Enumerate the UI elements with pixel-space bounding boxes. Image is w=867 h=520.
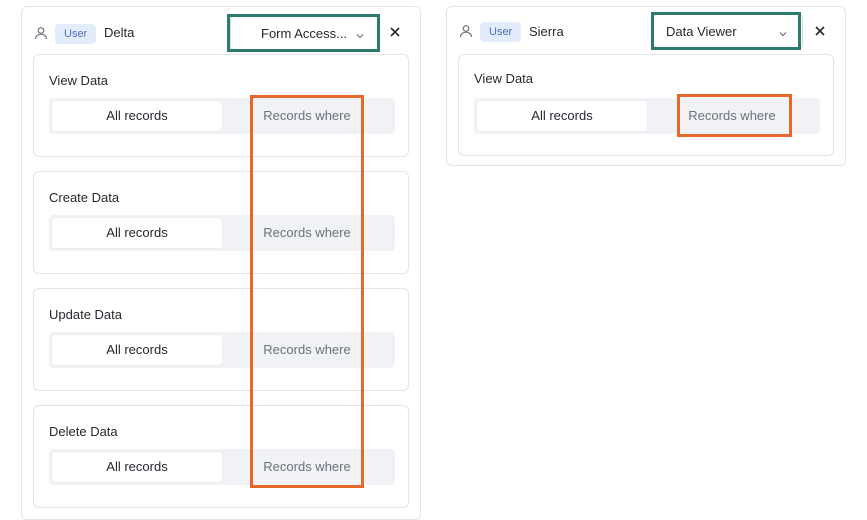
role-select[interactable]: Form Access... [230,16,380,50]
all-records-option[interactable]: All records [52,335,222,365]
permission-panel-delta: User Delta Form Access... View Data All … [21,6,421,520]
records-where-option[interactable]: Records where [222,335,392,365]
section-view-data: View Data All records Records where [458,54,834,156]
section-view-data: View Data All records Records where [33,54,409,157]
all-records-option[interactable]: All records [52,218,222,248]
user-name: Delta [104,25,135,40]
role-select-value: Data Viewer [666,24,737,39]
user-type-badge: User [480,22,522,42]
section-title: View Data [49,73,109,88]
section-title: View Data [474,71,534,86]
role-select-value: Form Access... [261,26,347,41]
panel-header: User Delta Form Access... [22,7,420,55]
section-create-data: Create Data All records Records where [33,171,409,274]
records-where-option[interactable]: Records where [647,101,817,131]
close-icon[interactable] [388,25,402,39]
user-icon [34,26,48,40]
section-title: Delete Data [49,424,118,439]
record-scope-toggle: All records Records where [474,98,820,134]
records-where-option[interactable]: Records where [222,218,392,248]
record-scope-toggle: All records Records where [49,98,395,134]
permission-panel-sierra: User Sierra Data Viewer View Data All re… [446,6,846,166]
section-title: Create Data [49,190,120,205]
panel-header: User Sierra Data Viewer [447,7,845,55]
all-records-option[interactable]: All records [52,101,222,131]
user-type-badge: User [55,24,97,44]
record-scope-toggle: All records Records where [49,449,395,485]
chevron-down-icon [355,29,365,39]
record-scope-toggle: All records Records where [49,215,395,251]
record-scope-toggle: All records Records where [49,332,395,368]
section-title: Update Data [49,307,122,322]
records-where-option[interactable]: Records where [222,452,392,482]
section-delete-data: Delete Data All records Records where [33,405,409,508]
user-name: Sierra [529,24,564,39]
records-where-option[interactable]: Records where [222,101,392,131]
all-records-option[interactable]: All records [52,452,222,482]
close-icon[interactable] [813,24,827,38]
section-update-data: Update Data All records Records where [33,288,409,391]
all-records-option[interactable]: All records [477,101,647,131]
chevron-down-icon [778,27,788,37]
user-icon [459,24,473,38]
role-select[interactable]: Data Viewer [653,14,803,48]
